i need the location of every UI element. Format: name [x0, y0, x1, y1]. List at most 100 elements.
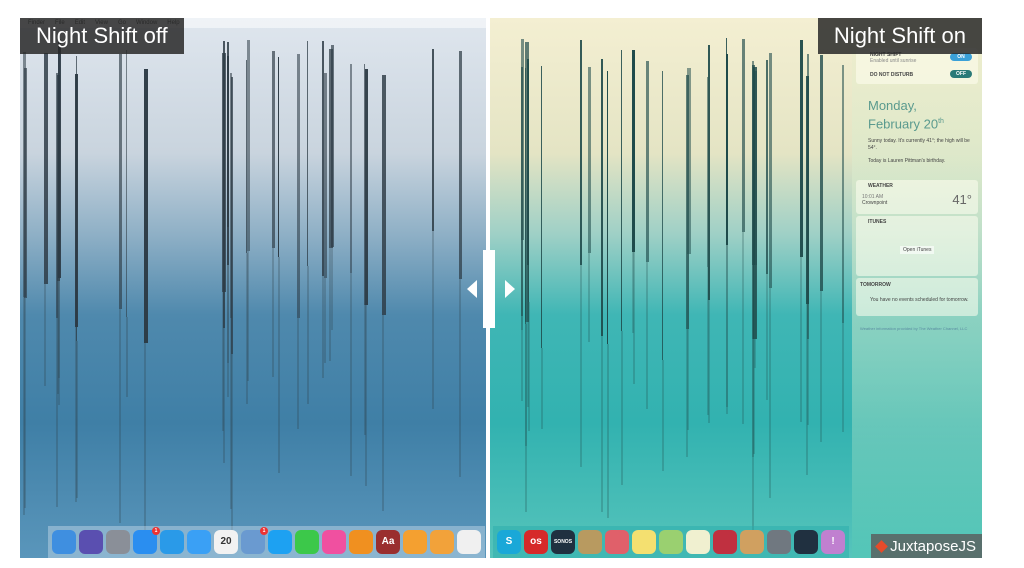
tree-trunk	[806, 53, 810, 339]
night-shift-toggle[interactable]: ON	[950, 53, 972, 61]
tree-reflection	[58, 241, 61, 406]
dnd-toggle[interactable]: OFF	[950, 70, 972, 78]
tree-trunk	[459, 50, 462, 280]
itunes-header: ITUNES	[868, 219, 887, 225]
itunes-widget: ITUNES Open iTunes	[856, 216, 978, 276]
weather-credit[interactable]: Weather information provided by The Weat…	[860, 326, 967, 331]
dock-photo-booth-icon[interactable]	[713, 530, 737, 554]
tree-reflection	[806, 338, 809, 426]
tree-reflection	[820, 290, 823, 443]
tree-reflection	[621, 330, 624, 485]
dock-feedback-icon[interactable]: !	[821, 530, 845, 554]
credit-text: JuxtaposeJS	[890, 537, 976, 555]
dock-maps-icon[interactable]	[659, 530, 683, 554]
dock-calendar-icon[interactable]: 20	[214, 530, 238, 554]
dock-launchpad-icon[interactable]	[106, 530, 130, 554]
tree-trunk	[540, 66, 543, 349]
tree-reflection	[43, 284, 46, 386]
tree-trunk	[222, 41, 226, 329]
tree-trunk	[606, 70, 609, 345]
weather-location: Crownpoint	[862, 200, 888, 206]
tree-reflection	[540, 348, 543, 430]
tree-trunk	[687, 68, 691, 255]
tree-trunk	[820, 54, 824, 291]
tree-trunk	[297, 54, 301, 318]
tree-reflection	[741, 231, 744, 425]
slider-handle[interactable]	[483, 250, 495, 328]
tree-reflection	[331, 246, 334, 330]
tree-trunk	[741, 38, 745, 232]
tree-trunk	[331, 44, 334, 247]
dock-photos-icon[interactable]	[403, 530, 427, 554]
dock-textedit-icon[interactable]	[457, 530, 481, 554]
tree-reflection	[661, 360, 664, 472]
dock-lastfm-icon[interactable]: os	[524, 530, 548, 554]
dock-notes-icon[interactable]	[632, 530, 656, 554]
dock-system-preferences-icon[interactable]	[767, 530, 791, 554]
today-date: Monday, February 20th	[868, 98, 944, 132]
juxtapose-logo-icon	[875, 539, 888, 553]
juxtapose-credit[interactable]: JuxtaposeJS	[871, 534, 982, 558]
dock-ibooks-icon[interactable]	[349, 530, 373, 554]
tree-trunk	[528, 62, 530, 302]
tree-reflection	[365, 304, 368, 486]
label-after: Night Shift on	[817, 18, 982, 54]
tree-trunk	[708, 44, 710, 300]
tree-trunk	[432, 48, 434, 232]
dock-pages-icon[interactable]	[430, 530, 454, 554]
tree-trunk	[349, 63, 352, 274]
today-summary: Sunny today. It's currently 41°; the hig…	[868, 138, 970, 151]
tree-reflection	[687, 254, 690, 430]
tree-trunk	[23, 68, 28, 298]
birthday-note: Today is Lauren Pittman's birthday.	[868, 158, 946, 164]
tree-trunk	[75, 73, 78, 327]
tree-reflection	[528, 301, 531, 431]
tree-trunk	[580, 40, 582, 266]
tree-trunk	[323, 72, 328, 279]
open-itunes-button[interactable]: Open iTunes	[900, 246, 935, 254]
dock-siri-icon[interactable]	[79, 530, 103, 554]
dock-dashboard-icon[interactable]	[794, 530, 818, 554]
tree-reflection	[580, 265, 583, 468]
notification-center: NIGHT SHIFT Enabled until sunrise ON DO …	[852, 18, 982, 558]
dock-sonos-icon[interactable]: SONOS	[551, 530, 575, 554]
dock-calculator-icon[interactable]	[740, 530, 764, 554]
weather-temp: 41°	[952, 192, 972, 207]
dock-finder-icon[interactable]	[52, 530, 76, 554]
tree-reflection	[382, 314, 385, 511]
dock-app-store-icon[interactable]: 1	[133, 527, 160, 554]
weather-widget: WEATHER 10:01 AM Crownpoint 41°	[856, 180, 978, 214]
tree-trunk	[726, 54, 729, 246]
tree-trunk	[600, 58, 604, 336]
dock-pinwheel-icon[interactable]	[605, 530, 629, 554]
tree-reflection	[606, 344, 609, 519]
juxtapose-slider[interactable]: FinderFileEditViewGoWindowHelp 1201Aa So…	[20, 18, 982, 558]
dock-contacts-icon[interactable]	[578, 530, 602, 554]
weather-header: WEATHER	[868, 183, 893, 189]
dock-dictionary-icon[interactable]: Aa	[376, 530, 400, 554]
dock-facetime-icon[interactable]	[295, 530, 319, 554]
arrow-right-icon[interactable]	[505, 280, 515, 298]
dock-safari-icon[interactable]	[160, 530, 184, 554]
tree-trunk	[842, 65, 845, 324]
arrow-left-icon[interactable]	[467, 280, 477, 298]
tree-reflection	[842, 323, 844, 432]
dock-preview-icon[interactable]: 1	[241, 527, 268, 554]
tomorrow-header: TOMORROW	[860, 282, 891, 288]
tree-trunk	[118, 53, 123, 310]
tree-reflection	[432, 231, 435, 409]
dock-skype-icon[interactable]: S	[497, 530, 521, 554]
tree-reflection	[23, 297, 26, 509]
dock-solitaire-icon[interactable]	[686, 530, 710, 554]
tree-reflection	[521, 315, 524, 402]
dock-messages-icon[interactable]	[187, 530, 211, 554]
image-before: FinderFileEditViewGoWindowHelp 1201Aa	[20, 18, 489, 558]
tomorrow-text: You have no events scheduled for tomorro…	[870, 297, 969, 303]
badge: 1	[260, 527, 268, 535]
tree-trunk	[521, 67, 524, 316]
tree-trunk	[800, 39, 803, 257]
dock-twitter-icon[interactable]	[268, 530, 292, 554]
tree-trunk	[58, 40, 61, 242]
tree-trunk	[230, 76, 234, 355]
dock-itunes-icon[interactable]	[322, 530, 346, 554]
